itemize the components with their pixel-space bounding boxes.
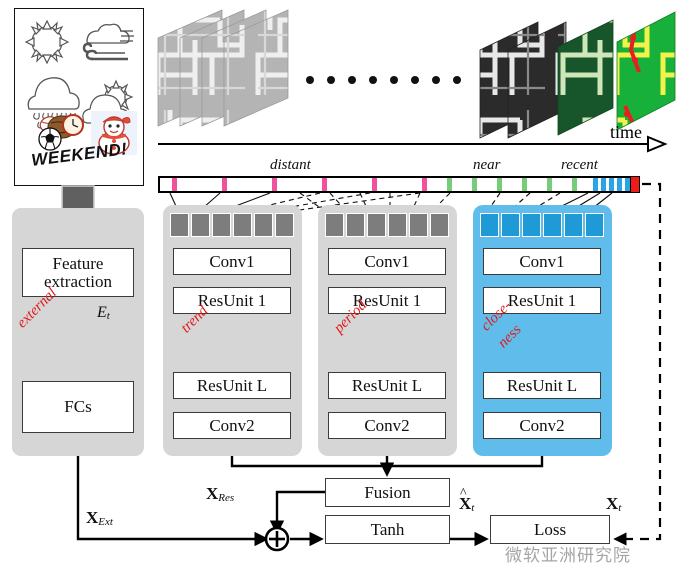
tick-recent xyxy=(609,178,614,191)
box-label: ResUnit 1 xyxy=(507,290,577,310)
fusion-box[interactable]: Fusion xyxy=(325,478,450,507)
fcs-box[interactable]: FCs xyxy=(22,381,134,433)
feature-extraction-box[interactable]: Feature extraction xyxy=(22,248,134,297)
sum-operator xyxy=(264,526,290,552)
fcs-label: FCs xyxy=(64,397,92,417)
frame-recent-bright xyxy=(616,11,676,131)
seq-cell xyxy=(522,213,541,237)
tick-current-target xyxy=(630,176,640,193)
loss-box[interactable]: Loss xyxy=(490,515,610,544)
seq-cell xyxy=(275,213,294,237)
external-data-card: WEEKEND! xyxy=(14,8,144,186)
tick-near xyxy=(572,178,577,191)
arrow-fusion-to-sum xyxy=(269,490,325,535)
period-resunitL-box[interactable]: ResUnit L xyxy=(328,372,446,399)
frame-recent-dark xyxy=(557,19,614,136)
closeness-resunitL-box[interactable]: ResUnit L xyxy=(483,372,601,399)
seq-cell xyxy=(325,213,344,237)
seq-strip-trend xyxy=(170,213,294,237)
x-hat-label: ^ Xt xyxy=(459,486,475,514)
tanh-box[interactable]: Tanh xyxy=(325,515,450,544)
tick-recent xyxy=(593,178,598,191)
tick-recent xyxy=(617,178,622,191)
closeness-conv2-box[interactable]: Conv2 xyxy=(483,412,601,439)
box-label: ResUnit 1 xyxy=(197,290,267,310)
period-conv2-box[interactable]: Conv2 xyxy=(328,412,446,439)
box-label: Conv2 xyxy=(364,415,410,435)
loss-label: Loss xyxy=(533,519,567,539)
time-axis-label: time xyxy=(610,122,642,142)
tanh-label: Tanh xyxy=(370,519,405,539)
tick-distant xyxy=(322,178,327,191)
tick-distant xyxy=(372,178,377,191)
seq-cell xyxy=(170,213,189,237)
trend-conv1-box[interactable]: Conv1 xyxy=(173,248,291,275)
fusion-label: Fusion xyxy=(364,482,411,502)
tick-near xyxy=(472,178,477,191)
seq-cell xyxy=(367,213,386,237)
watermark: 微软亚洲研究院 xyxy=(505,546,631,566)
box-label: Conv1 xyxy=(209,251,255,271)
trend-resunitL-box[interactable]: ResUnit L xyxy=(173,372,291,399)
tick-near xyxy=(547,178,552,191)
label-distant: distant xyxy=(270,157,311,173)
x-res-label: XRes xyxy=(206,484,235,504)
feature-extraction-label: Feature extraction xyxy=(44,253,112,291)
seq-cell xyxy=(191,213,210,237)
seq-cell xyxy=(480,213,499,237)
seq-cell xyxy=(430,213,449,237)
figure-canvas: WEEKEND! time distant near recent Featur… xyxy=(0,0,685,571)
box-label: Conv2 xyxy=(209,415,255,435)
box-label: Conv1 xyxy=(519,251,565,271)
tick-distant xyxy=(172,178,177,191)
seq-cell xyxy=(501,213,520,237)
seq-cell xyxy=(564,213,583,237)
box-label: ResUnit L xyxy=(196,375,268,395)
seq-strip-period xyxy=(325,213,449,237)
et-label: Et xyxy=(97,304,110,322)
closeness-conv1-box[interactable]: Conv1 xyxy=(483,248,601,275)
tick-near xyxy=(447,178,452,191)
period-conv1-box[interactable]: Conv1 xyxy=(328,248,446,275)
box-label: ResUnit L xyxy=(351,375,423,395)
trend-conv2-box[interactable]: Conv2 xyxy=(173,412,291,439)
tick-recent xyxy=(601,178,606,191)
label-near: near xyxy=(473,157,501,173)
tick-near xyxy=(497,178,502,191)
seq-cell xyxy=(254,213,273,237)
ellipsis-dots-1 xyxy=(306,76,461,84)
seq-cell xyxy=(543,213,562,237)
box-label: ResUnit L xyxy=(506,375,578,395)
wind-cloud-icon xyxy=(82,23,134,61)
trend-resunit1-box[interactable]: ResUnit 1 xyxy=(173,287,291,314)
ground-truth-feedback-line xyxy=(613,182,662,546)
timeline-bar[interactable] xyxy=(158,176,636,193)
box-label: Conv1 xyxy=(364,251,410,271)
seq-cell xyxy=(212,213,231,237)
seq-strip-closeness xyxy=(480,213,604,237)
label-recent: recent xyxy=(561,157,598,173)
tick-distant xyxy=(222,178,227,191)
sun-icon xyxy=(24,19,70,65)
seq-cell xyxy=(233,213,252,237)
seq-cell xyxy=(388,213,407,237)
tick-distant xyxy=(272,178,277,191)
seq-cell xyxy=(346,213,365,237)
x-t-label: Xt xyxy=(606,494,622,514)
seq-cell xyxy=(409,213,428,237)
seq-cell xyxy=(585,213,604,237)
box-label: Conv2 xyxy=(519,415,565,435)
tick-near xyxy=(522,178,527,191)
tick-distant xyxy=(422,178,427,191)
x-ext-label: XExt xyxy=(86,508,113,528)
